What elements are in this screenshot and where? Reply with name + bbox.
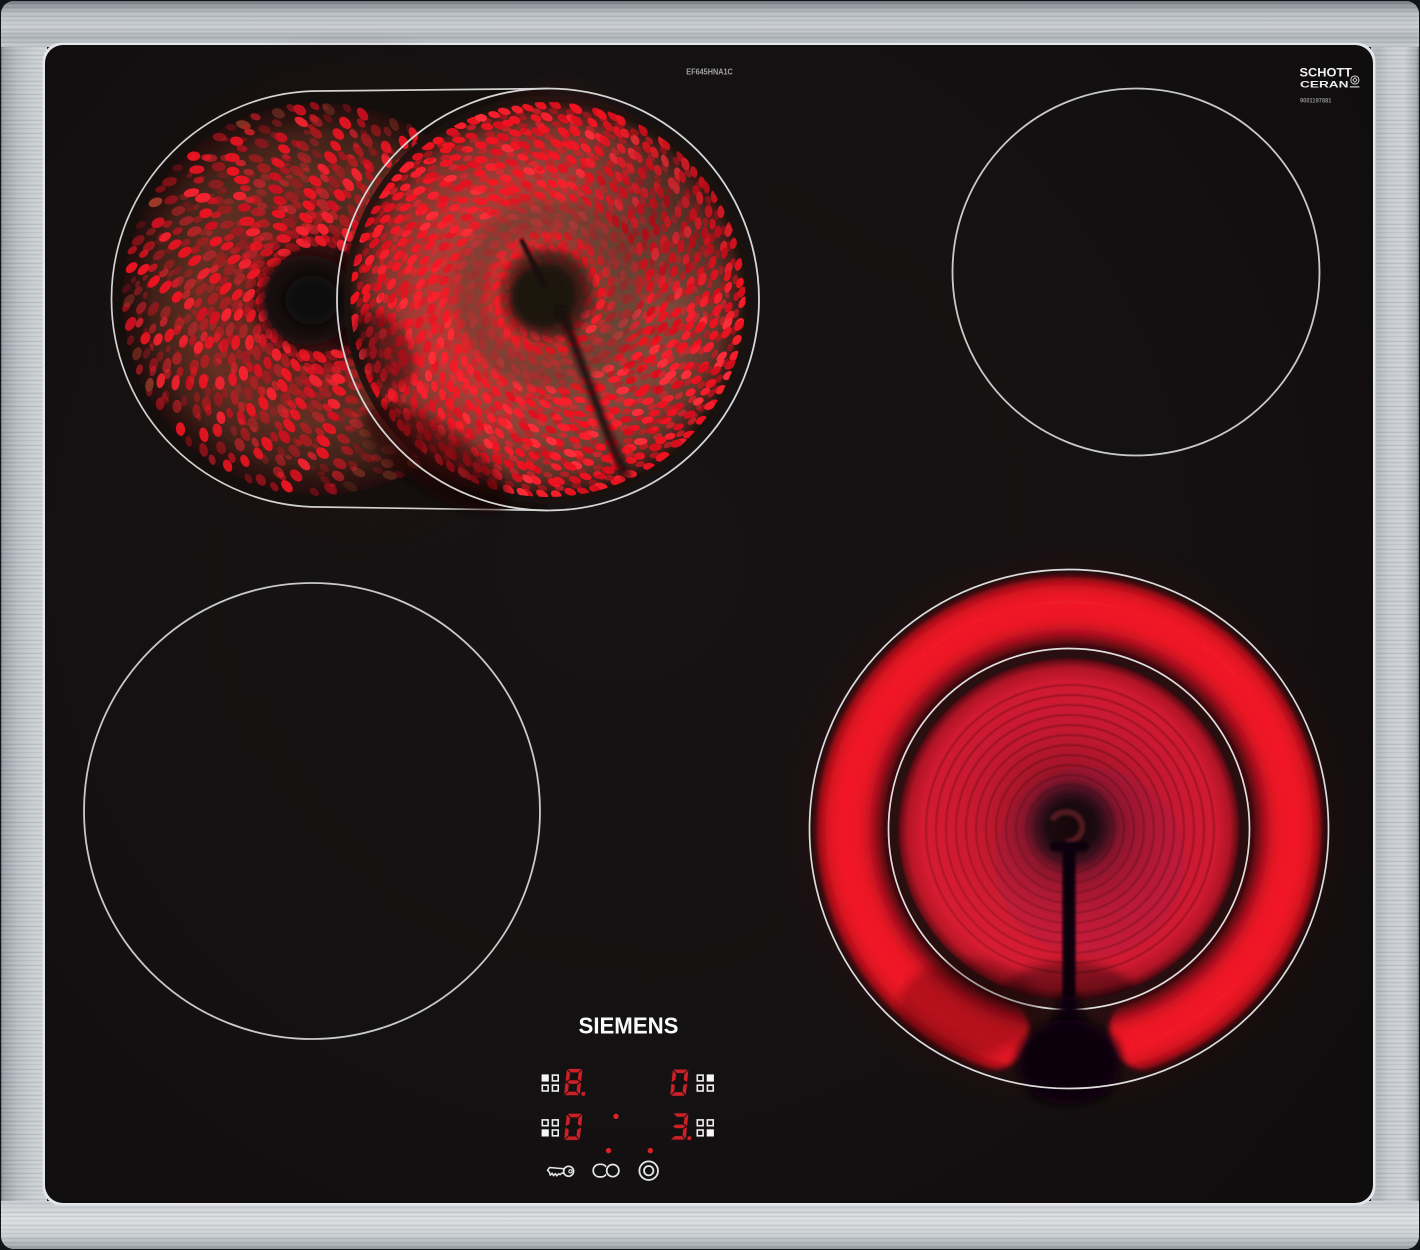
svg-text:SCHOTT: SCHOTT bbox=[1300, 65, 1353, 79]
svg-text:SIEMENS: SIEMENS bbox=[579, 1012, 679, 1038]
svg-text:EF645HNA1C: EF645HNA1C bbox=[686, 66, 733, 76]
svg-text:9001197881: 9001197881 bbox=[1300, 97, 1332, 104]
svg-text:CERAN: CERAN bbox=[1300, 79, 1349, 90]
